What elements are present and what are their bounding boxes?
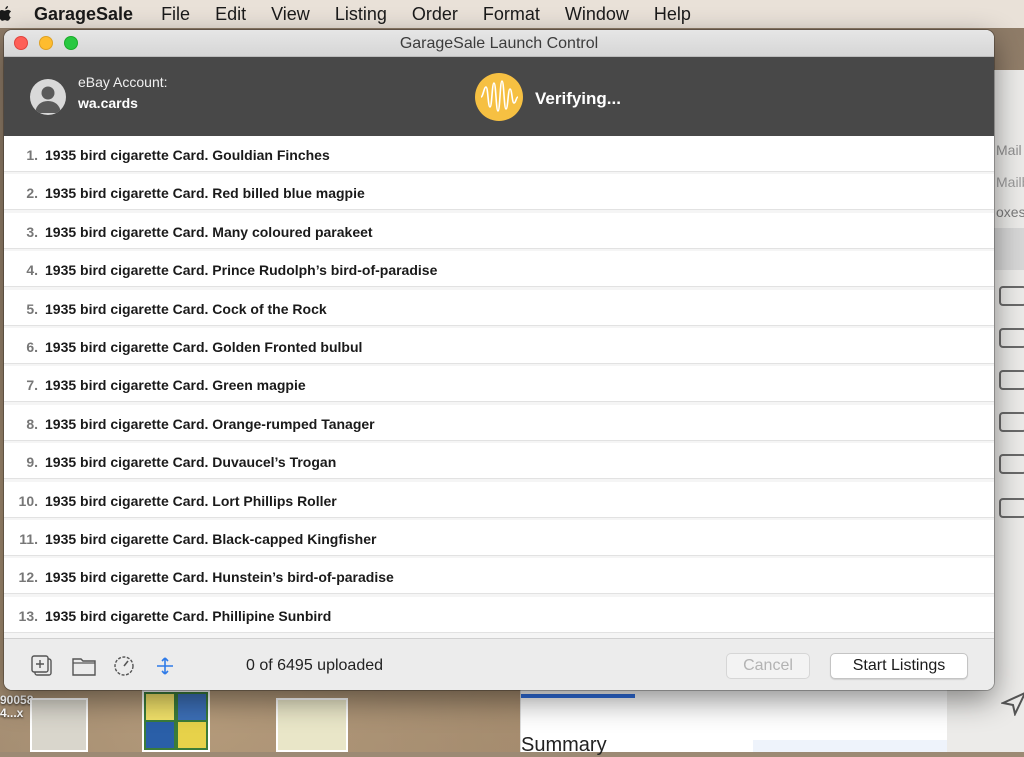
avatar-icon	[30, 79, 66, 115]
waveform-icon	[475, 73, 523, 121]
apple-icon[interactable]	[0, 5, 12, 23]
title-bar[interactable]: GarageSale Launch Control	[4, 30, 994, 57]
table-row[interactable]: 2. 1935 bird cigarette Card. Red billed b…	[4, 174, 994, 211]
menu-bar: GarageSale File Edit View Listing Order …	[0, 0, 1024, 28]
row-number: 5.	[26, 300, 38, 317]
inbox-tray-icon[interactable]	[999, 498, 1024, 518]
desktop-file-label[interactable]: 90058 4...x	[0, 694, 33, 720]
row-number: 13.	[18, 607, 38, 624]
table-row[interactable]: 3. 1935 bird cigarette Card. Many coloure…	[4, 212, 994, 249]
menu-help[interactable]: Help	[654, 4, 691, 25]
mail-fragment: Mail	[996, 142, 1022, 158]
network-icon[interactable]	[154, 655, 176, 677]
account-label: eBay Account:	[78, 74, 168, 90]
background-document-window[interactable]: Summary	[520, 690, 947, 756]
menu-file[interactable]: File	[161, 4, 190, 25]
row-number: 2.	[26, 185, 38, 202]
table-row[interactable]: 13. 1935 bird cigarette Card. Phillipine …	[4, 596, 994, 633]
table-row[interactable]: 11. 1935 bird cigarette Card. Black-cappe…	[4, 520, 994, 556]
inbox-tray-icon[interactable]	[999, 370, 1024, 390]
row-number: 12.	[18, 569, 38, 586]
listing-title: 1935 bird cigarette Card. Black-capped K…	[45, 531, 377, 547]
desktop-file-thumbnail[interactable]	[30, 698, 88, 752]
listing-title: 1935 bird cigarette Card. Duvaucel’s Tro…	[45, 454, 337, 471]
listing-title: 1935 bird cigarette Card. Golden Fronted…	[45, 339, 363, 355]
row-number: 11.	[19, 531, 38, 547]
row-number: 8.	[26, 415, 38, 432]
table-row[interactable]: 1. 1935 bird cigarette Card. Gouldian Fin…	[4, 136, 994, 172]
desktop-file-thumbnail[interactable]	[142, 690, 210, 752]
menu-app-name[interactable]: GarageSale	[34, 4, 133, 25]
row-number: 3.	[26, 223, 38, 240]
menu-view[interactable]: View	[271, 4, 310, 25]
folder-icon[interactable]	[72, 655, 96, 677]
table-row[interactable]: 4. 1935 bird cigarette Card. Prince Rudol…	[4, 251, 994, 288]
upload-count: 0 of 6495 uploaded	[246, 657, 384, 674]
menu-window[interactable]: Window	[565, 4, 629, 25]
table-row[interactable]: 10. 1935 bird cigarette Card. Lort Philli…	[4, 481, 994, 518]
launch-control-window: GarageSale Launch Control eBay Account: …	[4, 30, 994, 690]
selected-mailbox[interactable]	[993, 228, 1024, 270]
listing-title: 1935 bird cigarette Card. Green magpie	[45, 377, 306, 394]
row-number: 10.	[18, 492, 38, 509]
row-number: 1.	[26, 147, 38, 163]
inbox-tray-icon[interactable]	[999, 286, 1024, 306]
row-number: 6.	[26, 339, 38, 355]
listing-title: 1935 bird cigarette Card. Red billed blu…	[45, 185, 365, 202]
cancel-button[interactable]: Cancel	[726, 653, 810, 679]
row-number: 7.	[26, 377, 38, 394]
table-row[interactable]: 12. 1935 bird cigarette Card. Hunstein’s …	[4, 558, 994, 595]
document-field	[753, 740, 947, 752]
add-listing-icon[interactable]	[31, 655, 53, 677]
row-number: 9.	[26, 454, 38, 471]
listing-title: 1935 bird cigarette Card. Hunstein’s bir…	[45, 569, 394, 586]
mail-fragment: Mailb	[996, 174, 1024, 190]
listing-title: 1935 bird cigarette Card. Gouldian Finch…	[45, 147, 330, 163]
listing-title: 1935 bird cigarette Card. Orange-rumped …	[45, 415, 375, 432]
row-number: 4.	[26, 262, 38, 279]
send-icon	[1001, 692, 1024, 716]
window-title: GarageSale Launch Control	[399, 35, 599, 52]
account-name: wa.cards	[78, 95, 138, 111]
inbox-tray-icon[interactable]	[999, 412, 1024, 432]
listing-title: 1935 bird cigarette Card. Many coloured …	[45, 223, 373, 240]
listing-title: 1935 bird cigarette Card. Lort Phillips …	[45, 492, 337, 509]
inbox-tray-icon[interactable]	[999, 454, 1024, 474]
inbox-tray-icon[interactable]	[999, 328, 1024, 348]
window-footer: 0 of 6495 uploaded Cancel Start Listings	[4, 638, 994, 690]
listing-title: 1935 bird cigarette Card. Cock of the Ro…	[45, 300, 327, 317]
document-heading: Summary	[521, 734, 607, 756]
progress-bar	[521, 694, 635, 698]
menu-order[interactable]: Order	[412, 4, 458, 25]
speed-gauge-icon[interactable]	[113, 655, 135, 677]
start-listings-button[interactable]: Start Listings	[830, 653, 968, 679]
listing-title: 1935 bird cigarette Card. Phillipine Sun…	[45, 607, 332, 624]
table-row[interactable]: 6. 1935 bird cigarette Card. Golden Front…	[4, 328, 994, 364]
table-row[interactable]: 8. 1935 bird cigarette Card. Orange-rumpe…	[4, 404, 994, 441]
listing-title: 1935 bird cigarette Card. Prince Rudolph…	[45, 262, 438, 279]
mail-fragment: oxes	[996, 204, 1024, 220]
menu-listing[interactable]: Listing	[335, 4, 387, 25]
menu-format[interactable]: Format	[483, 4, 540, 25]
verification-status: Verifying...	[535, 89, 621, 108]
menu-edit[interactable]: Edit	[215, 4, 246, 25]
table-row[interactable]: 7. 1935 bird cigarette Card. Green magpie	[4, 366, 994, 403]
table-row[interactable]: 5. 1935 bird cigarette Card. Cock of the …	[4, 289, 994, 326]
table-row[interactable]: 9. 1935 bird cigarette Card. Duvaucel’s T…	[4, 443, 994, 480]
account-header: eBay Account: wa.cards Verifying...	[4, 57, 994, 136]
listing-list[interactable]: 1. 1935 bird cigarette Card. Gouldian Fin…	[4, 136, 994, 638]
desktop-file-thumbnail[interactable]	[276, 698, 348, 752]
